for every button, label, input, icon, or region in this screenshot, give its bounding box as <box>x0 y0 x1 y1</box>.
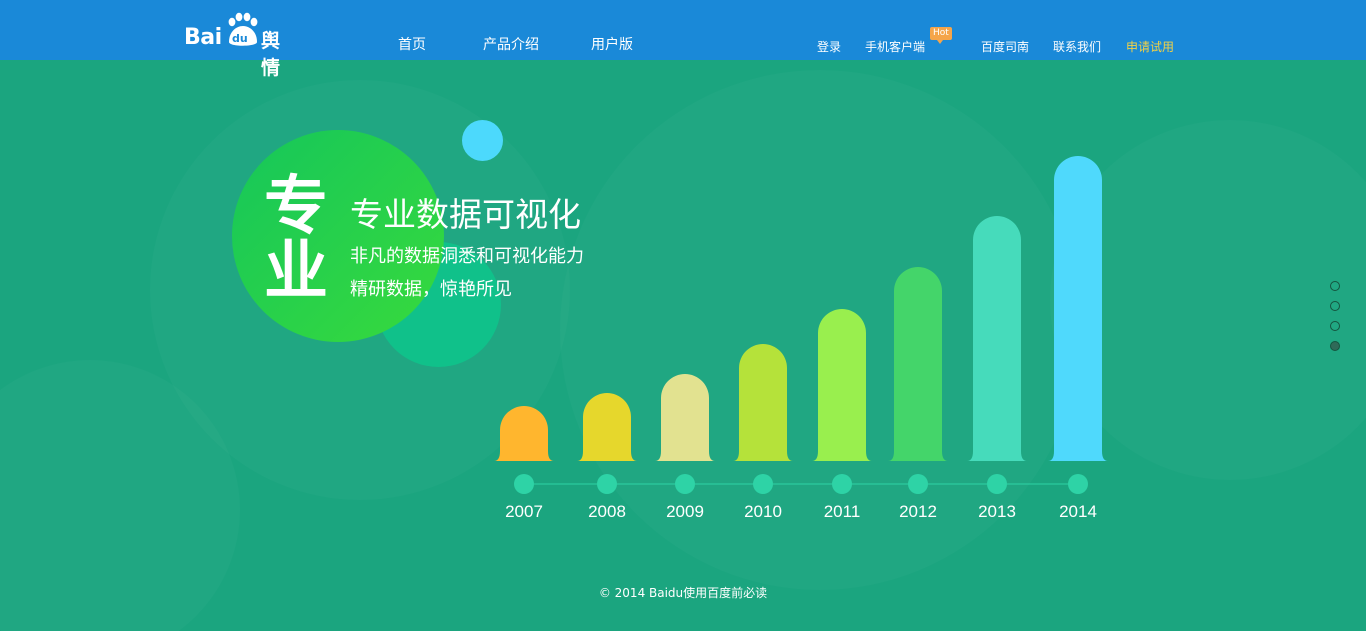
x-tick-label: 2009 <box>666 502 704 521</box>
timeline-dot-2014[interactable] <box>1068 474 1088 494</box>
page-dot-1[interactable] <box>1330 281 1340 291</box>
chart-bar-2009 <box>655 374 715 461</box>
timeline-dot-2010[interactable] <box>753 474 773 494</box>
chart-bar-2012 <box>888 267 948 461</box>
chart-bar-2007 <box>494 406 554 461</box>
page-dot-2[interactable] <box>1330 301 1340 311</box>
timeline-dot-2012[interactable] <box>908 474 928 494</box>
footer-copyright: © 2014 Baidu使用百度前必读 <box>598 586 768 600</box>
timeline-dot-2013[interactable] <box>987 474 1007 494</box>
x-tick-label: 2010 <box>744 502 782 521</box>
timeline-dot-2008[interactable] <box>597 474 617 494</box>
x-tick-label: 2008 <box>588 502 626 521</box>
x-tick-label: 2013 <box>978 502 1016 521</box>
x-tick-label: 2014 <box>1059 502 1097 521</box>
page-dot-4[interactable] <box>1330 341 1340 351</box>
chart-bar-2011 <box>812 309 872 461</box>
page-dot-3[interactable] <box>1330 321 1340 331</box>
growth-bar-chart: 2007 2008 2009 2010 2011 2012 2013 2014 <box>494 156 1108 521</box>
page-section-dots <box>1330 281 1340 361</box>
chart-bar-2014 <box>1048 156 1108 461</box>
timeline-dot-2009[interactable] <box>675 474 695 494</box>
timeline-dot-2007[interactable] <box>514 474 534 494</box>
chart-bar-2010 <box>733 344 793 461</box>
x-tick-label: 2007 <box>505 502 543 521</box>
x-tick-label: 2011 <box>824 502 861 521</box>
chart-bar-2013 <box>967 216 1027 461</box>
chart-bar-2008 <box>577 393 637 461</box>
x-tick-label: 2012 <box>899 502 937 521</box>
timeline-dot-2011[interactable] <box>832 474 852 494</box>
